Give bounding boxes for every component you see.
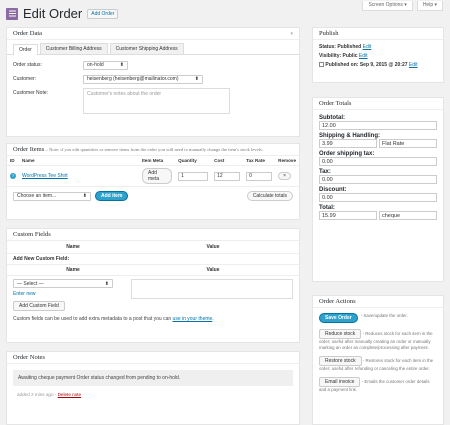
screen-meta-links: Screen Options ▾ Help ▾: [362, 1, 443, 11]
order-items-panel: Order Items – Note: if you edit quantiti…: [6, 143, 300, 220]
order-notes-panel: Order Notes Awaiting cheque payment Orde…: [6, 351, 300, 425]
order-items-note: – Note: if you edit quantities or remove…: [45, 147, 263, 152]
tax-rate-input[interactable]: 0: [246, 171, 273, 181]
payment-method-input[interactable]: cheque: [379, 211, 437, 220]
customer-note-textarea[interactable]: Customer's notes about the order: [83, 88, 230, 114]
custom-field-key-select[interactable]: — Select — ⬍: [13, 279, 113, 288]
order-actions-title: Order Actions: [319, 298, 356, 305]
order-data-tabs: Order Customer Billing Address Customer …: [7, 40, 299, 55]
tab-shipping-address[interactable]: Customer Shipping Address: [109, 43, 184, 54]
tab-order[interactable]: Order: [13, 44, 38, 55]
shipping-tax-input[interactable]: 0.00: [319, 157, 437, 166]
add-item-button[interactable]: Add item: [95, 191, 129, 201]
total-input[interactable]: 15.99: [319, 211, 377, 220]
publish-title: Publish: [319, 30, 339, 37]
choose-item-value: Choose an item...: [17, 193, 57, 199]
order-notes-title: Order Notes: [13, 354, 45, 361]
custom-fields-panel: Custom Fields Name Value Add New Custom …: [6, 228, 300, 343]
column-cost: Cost: [214, 158, 225, 163]
order-items-table: ID Name Item Meta Quantity Cost Tax Rate…: [7, 156, 299, 187]
custom-fields-help: Custom fields can be used to add extra m…: [7, 314, 299, 324]
restore-stock-button[interactable]: Restore stock: [319, 356, 362, 366]
screen-options-toggle[interactable]: Screen Options ▾: [362, 1, 413, 11]
add-custom-field-button[interactable]: Add Custom Field: [13, 301, 65, 311]
custom-fields-help-end: .: [212, 316, 214, 322]
collapse-arrow-icon[interactable]: ▾: [290, 31, 293, 37]
select-arrows-icon: ⬍: [82, 193, 87, 199]
order-note-text: Awaiting cheque payment Order status cha…: [18, 375, 181, 381]
order-items-title: Order Items: [13, 146, 45, 153]
order-status-value: on-hold: [87, 62, 104, 68]
remove-item-button[interactable]: ×: [278, 172, 292, 180]
enter-new-link[interactable]: Enter new: [13, 291, 36, 297]
order-status-label: Order status:: [13, 62, 42, 68]
subtotal-input[interactable]: 12.00: [319, 121, 437, 130]
orders-icon: [6, 7, 18, 20]
order-note-bubble: Awaiting cheque payment Order status cha…: [13, 370, 293, 386]
select-arrows-icon: ⬍: [104, 280, 109, 287]
edit-date-link[interactable]: Edit: [409, 62, 418, 68]
page-title: Edit Order: [23, 6, 83, 21]
order-status-select[interactable]: on-hold ⬍: [83, 60, 128, 70]
shipping-input[interactable]: 3.99: [319, 139, 377, 148]
shipping-method-input[interactable]: Flat Rate: [379, 139, 437, 148]
order-note-meta: added 2 mins ago -: [17, 392, 57, 397]
custom-field-value-textarea[interactable]: [131, 279, 293, 299]
publish-visibility: Visibility: Public: [319, 53, 358, 59]
table-row: ? WordPress Tee Shirt Add meta 1 12 0 ×: [7, 165, 299, 187]
select-arrows-icon: ⬍: [119, 62, 124, 68]
info-icon[interactable]: ?: [10, 173, 16, 179]
order-data-panel: Order Data ▾ Order Customer Billing Addre…: [6, 27, 300, 137]
customer-label: Customer:: [13, 76, 37, 82]
calendar-icon: [319, 62, 324, 68]
order-totals-title: Order Totals: [319, 100, 352, 107]
custom-fields-value-header: Value: [206, 244, 220, 250]
column-tax-rate: Tax Rate: [246, 158, 265, 163]
customer-note-label: Customer Note:: [13, 90, 49, 96]
order-totals-panel: Order Totals Subtotal: 12.00 Shipping & …: [312, 97, 444, 282]
cost-input[interactable]: 12: [214, 171, 241, 181]
column-remove: Remove: [278, 158, 296, 163]
email-invoice-button[interactable]: Email invoice: [319, 377, 361, 387]
column-item-meta: Item Meta: [142, 158, 164, 163]
column-name: Name: [22, 158, 35, 163]
choose-item-select[interactable]: Choose an item... ⬍: [13, 191, 91, 201]
add-new-custom-field-label: Add New Custom Field:: [13, 256, 70, 262]
top-bar: Screen Options ▾ Help ▾ Edit Order Add O…: [0, 0, 450, 28]
item-name-link[interactable]: WordPress Tee Shirt: [22, 173, 68, 179]
customer-note-placeholder: Customer's notes about the order: [87, 91, 162, 97]
add-order-button[interactable]: Add Order: [87, 8, 119, 19]
select-arrows-icon: ⬍: [194, 76, 199, 82]
order-data-title: Order Data: [13, 30, 43, 37]
save-order-button[interactable]: Save Order: [319, 313, 358, 323]
save-order-desc: - Save/update the order.: [360, 313, 408, 318]
new-field-value-header: Value: [206, 267, 220, 273]
custom-fields-help-text: Custom fields can be used to add extra m…: [13, 316, 172, 322]
discount-input[interactable]: 0.00: [319, 193, 437, 202]
calculate-totals-button[interactable]: Calculate totals: [246, 191, 293, 201]
quantity-input[interactable]: 1: [178, 171, 209, 181]
edit-visibility-link[interactable]: Edit: [359, 53, 368, 59]
customer-select[interactable]: heisenberg (heisenberg@mailinator.com) ⬍: [83, 74, 203, 84]
column-quantity: Quantity: [178, 158, 197, 163]
order-actions-panel: Order Actions Save Order - Save/update t…: [312, 295, 444, 425]
new-field-name-header: Name: [66, 267, 80, 273]
column-id: ID: [10, 158, 15, 163]
add-meta-button[interactable]: Add meta: [142, 168, 173, 184]
customer-value: heisenberg (heisenberg@mailinator.com): [87, 76, 179, 82]
delete-note-link[interactable]: Delete note: [58, 392, 82, 397]
custom-fields-name-header: Name: [66, 244, 80, 250]
custom-fields-title: Custom Fields: [13, 231, 51, 238]
tax-input[interactable]: 0.00: [319, 175, 437, 184]
edit-status-link[interactable]: Edit: [363, 44, 372, 50]
help-toggle[interactable]: Help ▾: [416, 1, 443, 11]
publish-panel: Publish Status: Published Edit Visibilit…: [312, 27, 444, 83]
reduce-stock-button[interactable]: Reduce stock: [319, 329, 362, 339]
published-on: Published on: Sep 9, 2015 @ 20:27: [325, 62, 408, 68]
publish-status: Status: Published: [319, 44, 362, 50]
use-in-theme-link[interactable]: use in your theme: [173, 316, 213, 322]
custom-field-key-value: — Select —: [17, 280, 44, 287]
tab-billing-address[interactable]: Customer Billing Address: [39, 43, 108, 54]
